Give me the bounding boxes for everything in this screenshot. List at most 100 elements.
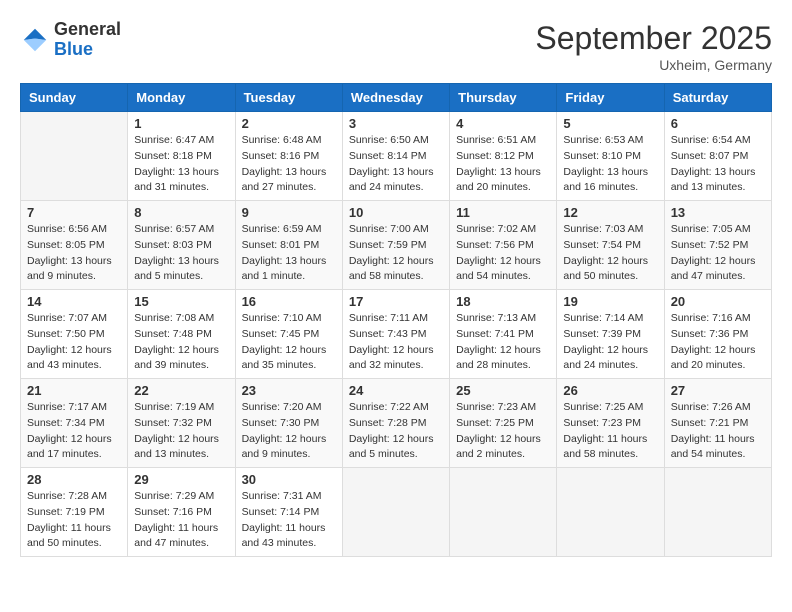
day-info: Sunrise: 6:47 AMSunset: 8:18 PMDaylight:… (134, 133, 228, 196)
day-info: Sunrise: 7:17 AMSunset: 7:34 PMDaylight:… (27, 400, 121, 463)
calendar-cell: 11 Sunrise: 7:02 AMSunset: 7:56 PMDayligh… (450, 201, 557, 290)
day-number: 29 (134, 472, 228, 487)
title-area: September 2025 Uxheim, Germany (535, 20, 772, 73)
day-number: 16 (242, 294, 336, 309)
calendar-cell: 7 Sunrise: 6:56 AMSunset: 8:05 PMDaylight… (21, 201, 128, 290)
day-info: Sunrise: 6:54 AMSunset: 8:07 PMDaylight:… (671, 133, 765, 196)
weekday-header: Saturday (664, 84, 771, 112)
calendar-cell: 9 Sunrise: 6:59 AMSunset: 8:01 PMDaylight… (235, 201, 342, 290)
calendar-cell: 14 Sunrise: 7:07 AMSunset: 7:50 PMDayligh… (21, 290, 128, 379)
calendar-week-row: 21 Sunrise: 7:17 AMSunset: 7:34 PMDayligh… (21, 379, 772, 468)
logo: General Blue (20, 20, 121, 60)
calendar-cell: 21 Sunrise: 7:17 AMSunset: 7:34 PMDayligh… (21, 379, 128, 468)
page-header: General Blue September 2025 Uxheim, Germ… (20, 20, 772, 73)
calendar-cell: 2Sunrise: 6:48 AMSunset: 8:16 PMDaylight… (235, 112, 342, 201)
calendar-cell: 15Sunrise: 7:08 AMSunset: 7:48 PMDayligh… (128, 290, 235, 379)
day-number: 27 (671, 383, 765, 398)
day-info: Sunrise: 6:56 AMSunset: 8:05 PMDaylight:… (27, 222, 121, 285)
month-title: September 2025 (535, 20, 772, 57)
logo-icon (20, 25, 50, 55)
calendar-cell: 16 Sunrise: 7:10 AMSunset: 7:45 PMDayligh… (235, 290, 342, 379)
day-number: 24 (349, 383, 443, 398)
calendar-cell: 30 Sunrise: 7:31 AMSunset: 7:14 PMDayligh… (235, 468, 342, 557)
weekday-header: Wednesday (342, 84, 449, 112)
calendar-cell: 19Sunrise: 7:14 AMSunset: 7:39 PMDayligh… (557, 290, 664, 379)
location: Uxheim, Germany (535, 57, 772, 73)
weekday-header: Tuesday (235, 84, 342, 112)
calendar-cell: 4Sunrise: 6:51 AMSunset: 8:12 PMDaylight… (450, 112, 557, 201)
day-info: Sunrise: 7:31 AMSunset: 7:14 PMDaylight:… (242, 489, 336, 552)
day-info: Sunrise: 7:25 AMSunset: 7:23 PMDaylight:… (563, 400, 657, 463)
day-info: Sunrise: 6:57 AMSunset: 8:03 PMDaylight:… (134, 222, 228, 285)
weekday-header: Sunday (21, 84, 128, 112)
day-info: Sunrise: 7:20 AMSunset: 7:30 PMDaylight:… (242, 400, 336, 463)
calendar-cell: 28 Sunrise: 7:28 AMSunset: 7:19 PMDayligh… (21, 468, 128, 557)
day-number: 20 (671, 294, 765, 309)
calendar-cell: 6Sunrise: 6:54 AMSunset: 8:07 PMDaylight… (664, 112, 771, 201)
day-info: Sunrise: 7:05 AMSunset: 7:52 PMDaylight:… (671, 222, 765, 285)
calendar-cell: 20Sunrise: 7:16 AMSunset: 7:36 PMDayligh… (664, 290, 771, 379)
weekday-header: Monday (128, 84, 235, 112)
calendar-week-row: 7 Sunrise: 6:56 AMSunset: 8:05 PMDaylight… (21, 201, 772, 290)
day-number: 30 (242, 472, 336, 487)
calendar-cell: 8Sunrise: 6:57 AMSunset: 8:03 PMDaylight… (128, 201, 235, 290)
day-info: Sunrise: 7:13 AMSunset: 7:41 PMDaylight:… (456, 311, 550, 374)
day-info: Sunrise: 7:28 AMSunset: 7:19 PMDaylight:… (27, 489, 121, 552)
day-number: 19 (563, 294, 657, 309)
day-number: 15 (134, 294, 228, 309)
day-info: Sunrise: 6:48 AMSunset: 8:16 PMDaylight:… (242, 133, 336, 196)
day-info: Sunrise: 7:19 AMSunset: 7:32 PMDaylight:… (134, 400, 228, 463)
day-info: Sunrise: 6:59 AMSunset: 8:01 PMDaylight:… (242, 222, 336, 285)
day-info: Sunrise: 7:22 AMSunset: 7:28 PMDaylight:… (349, 400, 443, 463)
day-info: Sunrise: 7:10 AMSunset: 7:45 PMDaylight:… (242, 311, 336, 374)
day-number: 3 (349, 116, 443, 131)
calendar-cell: 18 Sunrise: 7:13 AMSunset: 7:41 PMDayligh… (450, 290, 557, 379)
calendar-cell: 5 Sunrise: 6:53 AMSunset: 8:10 PMDaylight… (557, 112, 664, 201)
day-info: Sunrise: 7:26 AMSunset: 7:21 PMDaylight:… (671, 400, 765, 463)
day-info: Sunrise: 7:02 AMSunset: 7:56 PMDaylight:… (456, 222, 550, 285)
day-info: Sunrise: 7:29 AMSunset: 7:16 PMDaylight:… (134, 489, 228, 552)
calendar-cell: 3 Sunrise: 6:50 AMSunset: 8:14 PMDaylight… (342, 112, 449, 201)
weekday-header: Friday (557, 84, 664, 112)
logo-blue-text: Blue (54, 40, 121, 60)
day-info: Sunrise: 7:07 AMSunset: 7:50 PMDaylight:… (27, 311, 121, 374)
calendar-cell: 25Sunrise: 7:23 AMSunset: 7:25 PMDayligh… (450, 379, 557, 468)
logo-general-text: General (54, 20, 121, 40)
day-number: 26 (563, 383, 657, 398)
calendar-cell: 10Sunrise: 7:00 AMSunset: 7:59 PMDayligh… (342, 201, 449, 290)
day-number: 18 (456, 294, 550, 309)
day-info: Sunrise: 7:00 AMSunset: 7:59 PMDaylight:… (349, 222, 443, 285)
day-number: 9 (242, 205, 336, 220)
day-number: 28 (27, 472, 121, 487)
calendar-week-row: 28 Sunrise: 7:28 AMSunset: 7:19 PMDayligh… (21, 468, 772, 557)
day-number: 21 (27, 383, 121, 398)
calendar-cell: 1 Sunrise: 6:47 AMSunset: 8:18 PMDaylight… (128, 112, 235, 201)
day-info: Sunrise: 6:50 AMSunset: 8:14 PMDaylight:… (349, 133, 443, 196)
calendar-cell: 12Sunrise: 7:03 AMSunset: 7:54 PMDayligh… (557, 201, 664, 290)
day-info: Sunrise: 7:11 AMSunset: 7:43 PMDaylight:… (349, 311, 443, 374)
calendar-cell: 22Sunrise: 7:19 AMSunset: 7:32 PMDayligh… (128, 379, 235, 468)
weekday-header: Thursday (450, 84, 557, 112)
day-number: 4 (456, 116, 550, 131)
calendar-week-row: 14 Sunrise: 7:07 AMSunset: 7:50 PMDayligh… (21, 290, 772, 379)
day-info: Sunrise: 6:53 AMSunset: 8:10 PMDaylight:… (563, 133, 657, 196)
calendar-table: SundayMondayTuesdayWednesdayThursdayFrid… (20, 83, 772, 557)
calendar-cell: 13Sunrise: 7:05 AMSunset: 7:52 PMDayligh… (664, 201, 771, 290)
day-number: 25 (456, 383, 550, 398)
day-number: 17 (349, 294, 443, 309)
day-number: 7 (27, 205, 121, 220)
calendar-cell: 27 Sunrise: 7:26 AMSunset: 7:21 PMDayligh… (664, 379, 771, 468)
day-number: 14 (27, 294, 121, 309)
calendar-cell (664, 468, 771, 557)
calendar-cell: 24 Sunrise: 7:22 AMSunset: 7:28 PMDayligh… (342, 379, 449, 468)
day-number: 11 (456, 205, 550, 220)
calendar-cell: 29 Sunrise: 7:29 AMSunset: 7:16 PMDayligh… (128, 468, 235, 557)
calendar-cell: 17 Sunrise: 7:11 AMSunset: 7:43 PMDayligh… (342, 290, 449, 379)
calendar-cell (557, 468, 664, 557)
calendar-cell (450, 468, 557, 557)
calendar-cell (21, 112, 128, 201)
calendar-header-row: SundayMondayTuesdayWednesdayThursdayFrid… (21, 84, 772, 112)
day-number: 5 (563, 116, 657, 131)
day-info: Sunrise: 7:03 AMSunset: 7:54 PMDaylight:… (563, 222, 657, 285)
day-number: 1 (134, 116, 228, 131)
